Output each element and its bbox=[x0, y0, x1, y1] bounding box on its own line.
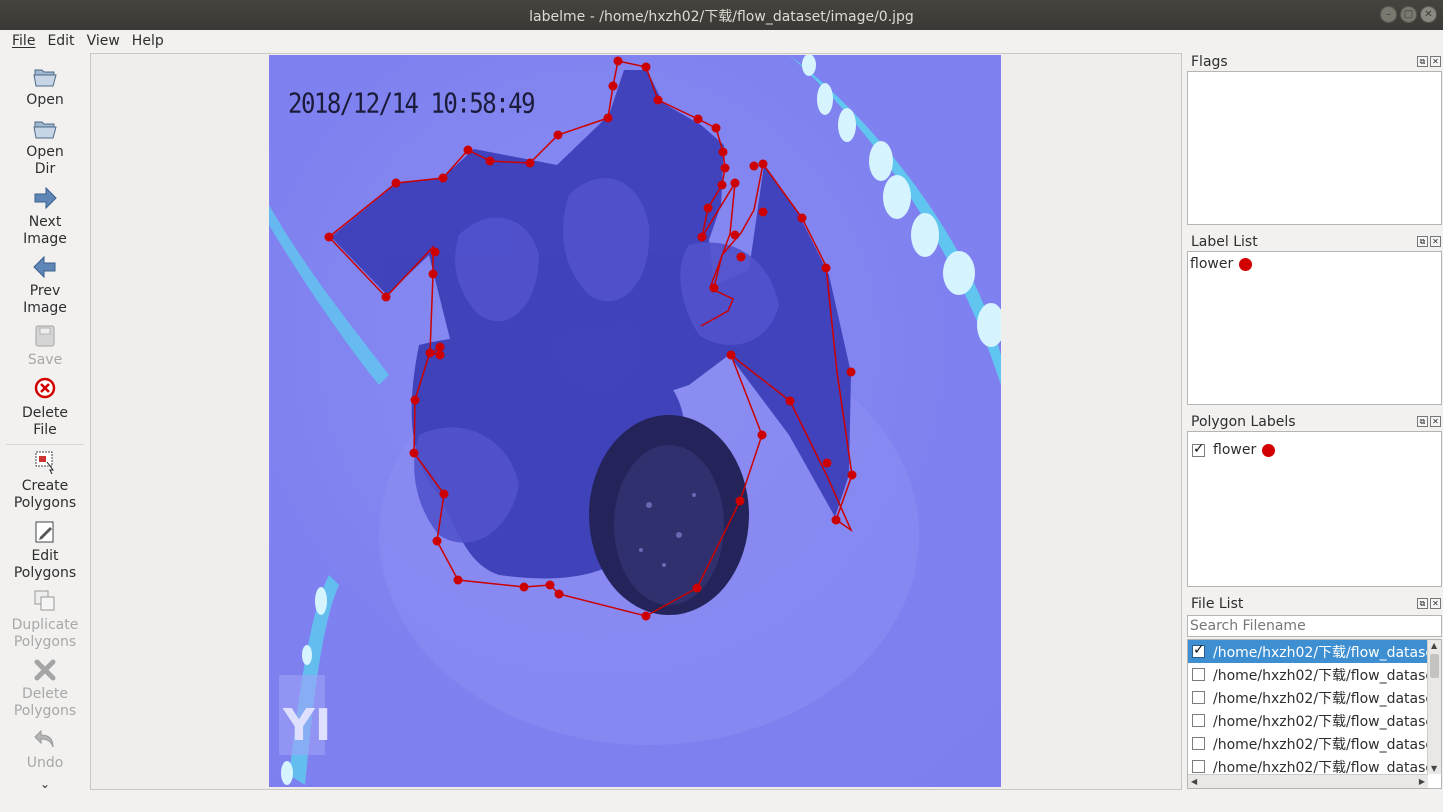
label-list-dock: Label List ⧉ ✕ flower bbox=[1186, 233, 1443, 409]
folder-open-icon bbox=[33, 69, 57, 87]
visibility-checkbox[interactable] bbox=[1192, 441, 1205, 457]
window-titlebar: labelme - /home/hxzh02/下载/flow_dataset/i… bbox=[0, 0, 1443, 30]
menu-help[interactable]: Help bbox=[126, 33, 170, 49]
label-list-dock-title: Label List ⧉ ✕ bbox=[1186, 233, 1443, 251]
float-icon[interactable]: ⧉ bbox=[1417, 598, 1428, 609]
annotated-image[interactable]: YI 2018/12/14 10:58:49 bbox=[269, 55, 1001, 787]
file-list[interactable]: /home/hxzh02/下载/flow_datase /home/hxzh02… bbox=[1187, 639, 1442, 789]
undo-icon bbox=[34, 729, 54, 748]
close-icon[interactable]: ✕ bbox=[1430, 236, 1441, 247]
polygon-labels-dock: Polygon Labels ⧉ ✕ flower bbox=[1186, 413, 1443, 591]
close-icon[interactable]: ✕ bbox=[1430, 416, 1441, 427]
flags-dock-title: Flags ⧉ ✕ bbox=[1186, 53, 1443, 71]
toolbar-separator bbox=[6, 444, 84, 445]
file-checkbox[interactable] bbox=[1192, 714, 1205, 727]
close-icon[interactable]: ✕ bbox=[1430, 598, 1441, 609]
duplicate-icon bbox=[34, 590, 55, 611]
file-list-dock: File List ⧉ ✕ Search Filename /home/hxzh… bbox=[1186, 595, 1443, 790]
scroll-up-icon[interactable]: ▲ bbox=[1431, 641, 1437, 650]
window-title: labelme - /home/hxzh02/下载/flow_dataset/i… bbox=[529, 9, 914, 25]
polygon-overlay bbox=[324, 56, 857, 621]
scrollbar-thumb[interactable] bbox=[1430, 654, 1439, 678]
vertical-scrollbar[interactable]: ▲ ▼ bbox=[1427, 640, 1441, 774]
file-list-item[interactable]: /home/hxzh02/下载/flow_datase bbox=[1188, 732, 1428, 755]
open-button[interactable]: Open bbox=[0, 62, 90, 109]
menu-view[interactable]: View bbox=[81, 33, 126, 49]
label-color-icon bbox=[1239, 257, 1253, 271]
delete-polygons-button[interactable]: Delete Polygons bbox=[0, 656, 90, 720]
dock-controls: ⧉ ✕ bbox=[1417, 416, 1441, 427]
edit-polygons-button[interactable]: Edit Polygons bbox=[0, 518, 90, 582]
flags-list[interactable] bbox=[1187, 71, 1442, 225]
polygon-vertex-points[interactable] bbox=[324, 56, 857, 621]
file-checkbox[interactable] bbox=[1192, 668, 1205, 681]
next-image-button[interactable]: Next Image bbox=[0, 184, 90, 248]
chevron-down-icon: ⌄ bbox=[39, 777, 51, 791]
menu-file[interactable]: File bbox=[6, 33, 41, 49]
file-list-item[interactable]: /home/hxzh02/下载/flow_datase bbox=[1188, 686, 1428, 709]
menubar: File Edit View Help bbox=[0, 30, 1443, 52]
label-list[interactable]: flower bbox=[1187, 251, 1442, 405]
minimize-button[interactable]: – bbox=[1380, 6, 1397, 23]
file-checkbox[interactable] bbox=[1192, 691, 1205, 704]
toolbar: Open Open Dir Next Image Prev Image Save… bbox=[0, 54, 90, 791]
open-dir-button[interactable]: Open Dir bbox=[0, 114, 90, 178]
delete-x-icon bbox=[34, 659, 56, 681]
window-controls: – □ ✕ bbox=[1380, 6, 1437, 23]
arrow-left-icon bbox=[33, 255, 56, 279]
horizontal-scrollbar[interactable]: ◀ ▶ bbox=[1188, 774, 1428, 788]
create-polygons-button[interactable]: Create Polygons bbox=[0, 448, 90, 512]
float-icon[interactable]: ⧉ bbox=[1417, 416, 1428, 427]
float-icon[interactable]: ⧉ bbox=[1417, 56, 1428, 67]
file-checkbox[interactable] bbox=[1192, 760, 1205, 773]
polygon-labels-list[interactable]: flower bbox=[1187, 431, 1442, 587]
file-checkbox[interactable] bbox=[1192, 642, 1205, 658]
flower-polygon-1[interactable] bbox=[328, 60, 853, 617]
flags-dock: Flags ⧉ ✕ bbox=[1186, 53, 1443, 229]
file-list-item[interactable]: /home/hxzh02/下载/flow_datase bbox=[1188, 663, 1428, 686]
float-icon[interactable]: ⧉ bbox=[1417, 236, 1428, 247]
polygon-labels-dock-title: Polygon Labels ⧉ ✕ bbox=[1186, 413, 1443, 431]
menu-edit[interactable]: Edit bbox=[41, 33, 80, 49]
scroll-right-icon[interactable]: ▶ bbox=[1419, 777, 1425, 786]
folder-open-icon bbox=[33, 121, 57, 139]
file-list-item[interactable]: /home/hxzh02/下载/flow_datase bbox=[1188, 640, 1428, 663]
arrow-right-icon bbox=[34, 186, 57, 210]
file-checkbox[interactable] bbox=[1192, 737, 1205, 750]
save-icon bbox=[35, 325, 55, 347]
status-bar bbox=[0, 790, 1443, 812]
undo-button[interactable]: Undo bbox=[0, 725, 90, 772]
canvas-area[interactable]: YI 2018/12/14 10:58:49 bbox=[90, 53, 1182, 790]
list-item[interactable]: flower bbox=[1188, 438, 1441, 462]
close-button[interactable]: ✕ bbox=[1420, 6, 1437, 23]
prev-image-button[interactable]: Prev Image bbox=[0, 253, 90, 317]
file-list-dock-title: File List ⧉ ✕ bbox=[1186, 595, 1443, 613]
maximize-button[interactable]: □ bbox=[1400, 6, 1417, 23]
file-list-item[interactable]: /home/hxzh02/下载/flow_datase bbox=[1188, 709, 1428, 732]
duplicate-polygons-button[interactable]: Duplicate Polygons bbox=[0, 587, 90, 651]
edit-icon bbox=[35, 521, 54, 543]
search-filename-input[interactable]: Search Filename bbox=[1187, 615, 1442, 637]
save-button[interactable]: Save bbox=[0, 322, 90, 369]
scroll-left-icon[interactable]: ◀ bbox=[1191, 777, 1197, 786]
dock-controls: ⧉ ✕ bbox=[1417, 236, 1441, 247]
label-color-icon bbox=[1262, 443, 1276, 457]
list-item[interactable]: flower bbox=[1188, 252, 1441, 276]
dock-controls: ⧉ ✕ bbox=[1417, 56, 1441, 67]
delete-file-button[interactable]: Delete File bbox=[0, 375, 90, 439]
dock-controls: ⧉ ✕ bbox=[1417, 598, 1441, 609]
close-icon[interactable]: ✕ bbox=[1430, 56, 1441, 67]
scroll-down-icon[interactable]: ▼ bbox=[1431, 764, 1437, 773]
delete-circle-icon bbox=[34, 377, 56, 399]
create-polygon-icon bbox=[35, 451, 54, 475]
